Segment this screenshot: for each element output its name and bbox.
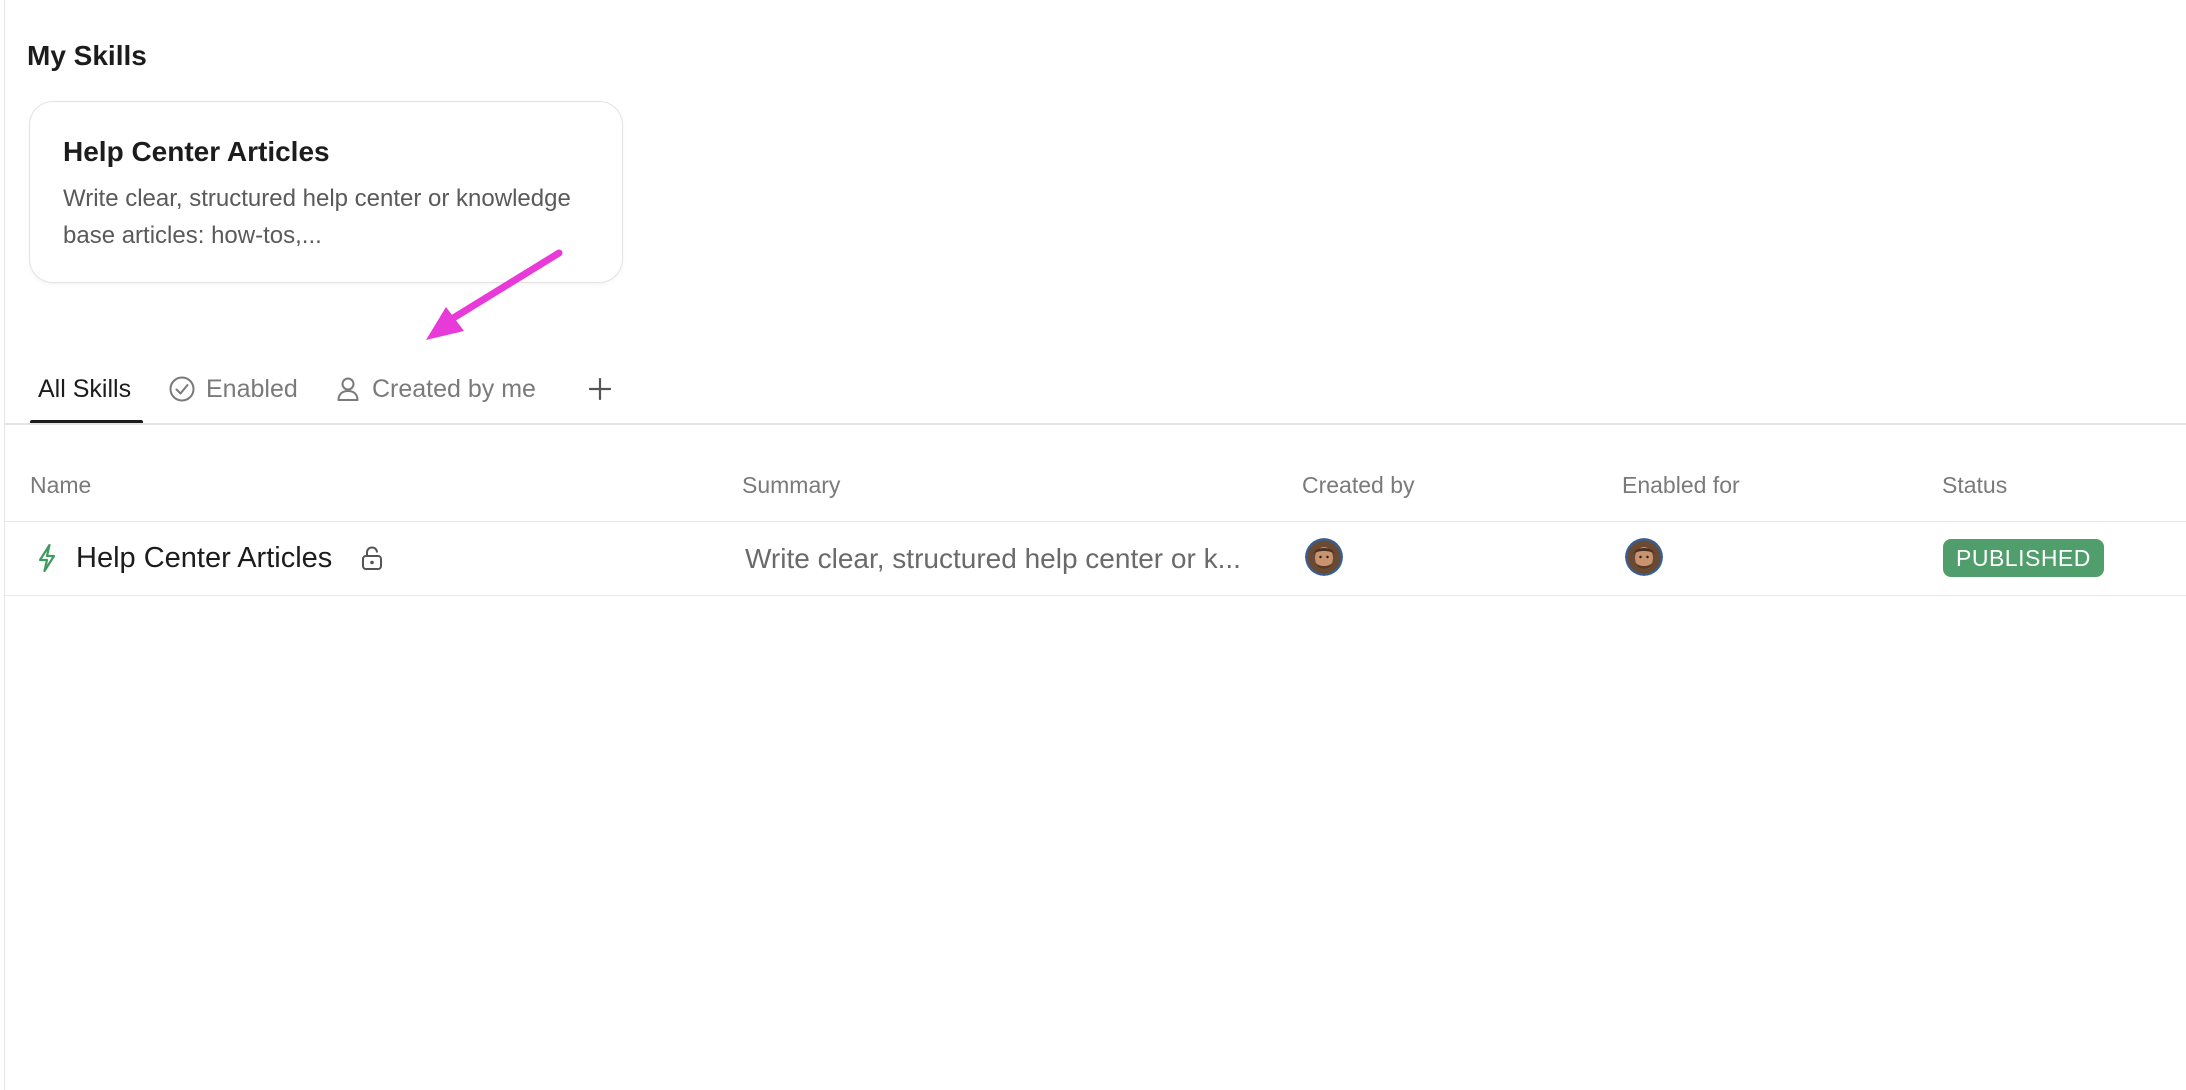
status-badge: PUBLISHED [1943, 539, 2104, 577]
skill-summary: Write clear, structured help center or k… [745, 543, 1241, 574]
skills-tabs: All Skills Enabled Created by me [0, 355, 2186, 425]
table-divider [4, 595, 2186, 596]
tab-label: All Skills [38, 374, 132, 403]
column-header-status[interactable]: Status [1942, 472, 2007, 499]
tab-all-skills[interactable]: All Skills [38, 369, 131, 409]
column-header-summary[interactable]: Summary [742, 472, 840, 499]
tab-label: Created by me [372, 374, 536, 403]
table-row[interactable]: Help Center Articles Write clear, struct… [4, 522, 2186, 595]
column-header-name[interactable]: Name [30, 472, 91, 499]
card-title: Help Center Articles [63, 136, 330, 167]
tab-label: Enabled [206, 374, 298, 403]
featured-skill-card[interactable]: Help Center Articles Write clear, struct… [29, 101, 623, 283]
add-tab-button[interactable] [586, 369, 614, 409]
plus-icon [588, 377, 612, 401]
tabs-divider [4, 423, 2186, 425]
page-title: My Skills [27, 40, 147, 71]
column-header-enabled-for[interactable]: Enabled for [1622, 472, 1740, 499]
tab-enabled[interactable]: Enabled [168, 369, 298, 409]
column-header-created-by[interactable]: Created by [1302, 472, 1415, 499]
user-icon [334, 375, 362, 403]
check-circle-icon [168, 375, 196, 403]
lock-icon [362, 546, 382, 570]
card-description: Write clear, structured help center or k… [63, 185, 571, 249]
bolt-icon [38, 543, 56, 573]
created-by-avatar[interactable] [1305, 538, 1343, 576]
skill-name: Help Center Articles [76, 542, 333, 574]
enabled-for-avatar[interactable] [1625, 538, 1663, 576]
tab-created-by-me[interactable]: Created by me [334, 369, 536, 409]
